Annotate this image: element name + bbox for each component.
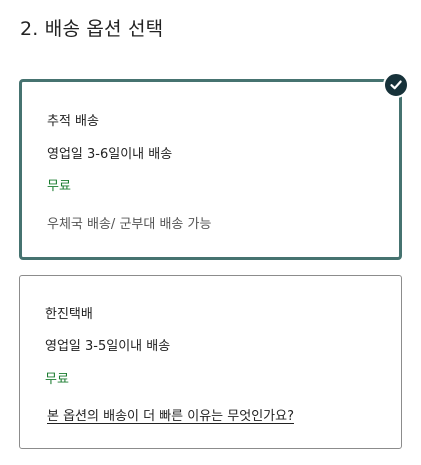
shipping-options-page: 2. 배송 옵션 선택 추적 배송 영업일 3-6일이내 배송 무료 우체국 배… <box>0 0 421 465</box>
option-price: 무료 <box>45 372 69 387</box>
option-name: 추적 배송 <box>47 114 99 129</box>
option-note: 우체국 배송/ 군부대 배송 가능 <box>47 217 212 232</box>
shipping-option-tracked[interactable]: 추적 배송 영업일 3-6일이내 배송 무료 우체국 배송/ 군부대 배송 가능 <box>19 72 409 260</box>
option-duration: 영업일 3-6일이내 배송 <box>47 147 173 162</box>
checkmark-icon <box>383 72 409 98</box>
option-name: 한진택배 <box>45 307 93 322</box>
section-title: 2. 배송 옵션 선택 <box>20 18 164 40</box>
option-price: 무료 <box>47 179 71 194</box>
shipping-option-hanjin[interactable]: 한진택배 영업일 3-5일이내 배송 무료 본 옵션의 배송이 더 빠른 이유는… <box>19 275 402 449</box>
option-duration: 영업일 3-5일이내 배송 <box>45 339 171 354</box>
why-faster-link[interactable]: 본 옵션의 배송이 더 빠른 이유는 무엇인가요? <box>47 405 294 424</box>
